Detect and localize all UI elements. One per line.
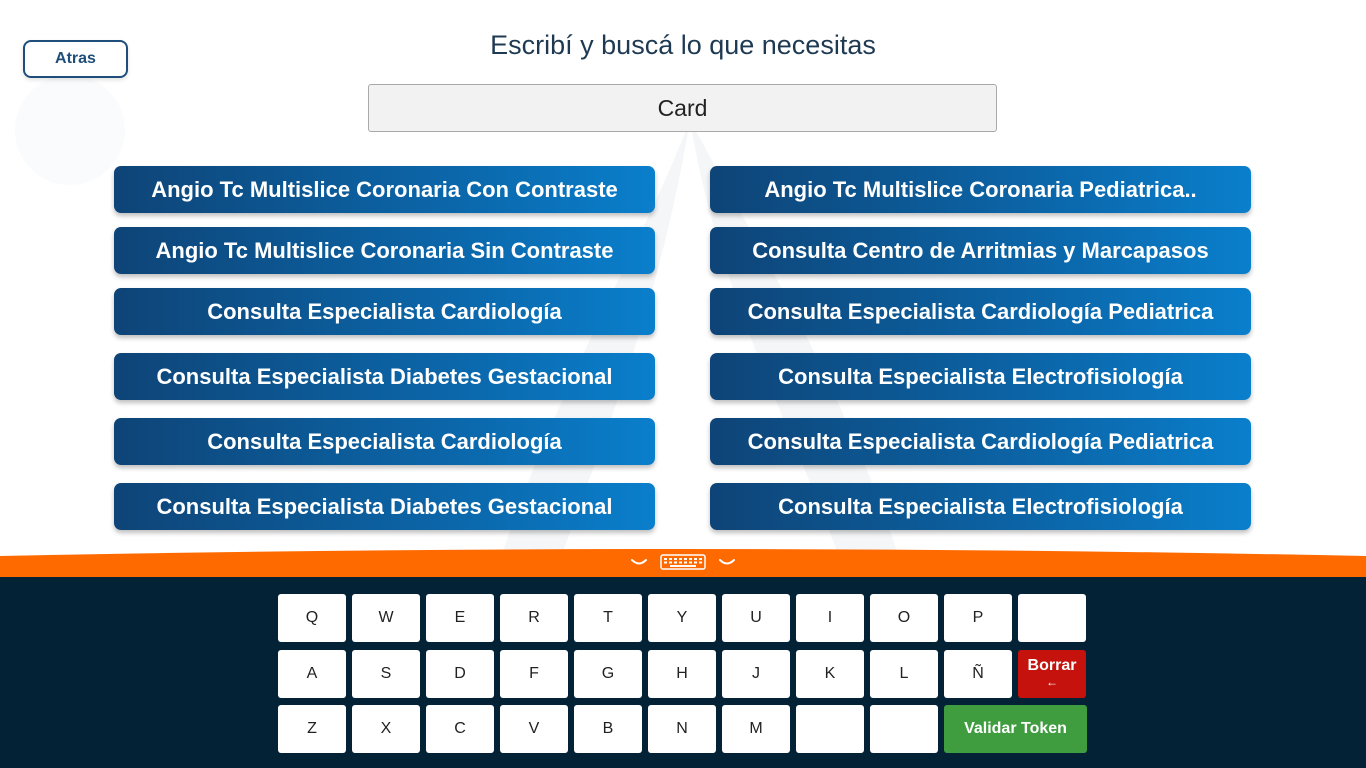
keyboard-icon: [660, 554, 706, 570]
key-k[interactable]: K: [796, 650, 864, 698]
result-button[interactable]: Consulta Especialista Electrofisiología: [710, 353, 1251, 400]
result-button[interactable]: Consulta Especialista Cardiología: [114, 288, 655, 335]
result-button[interactable]: Consulta Especialista Diabetes Gestacion…: [114, 483, 655, 530]
result-button[interactable]: Angio Tc Multislice Coronaria Sin Contra…: [114, 227, 655, 274]
validate-token-button[interactable]: Validar Token: [944, 705, 1087, 753]
delete-button[interactable]: Borrar ←: [1018, 650, 1086, 698]
result-button[interactable]: Angio Tc Multislice Coronaria Pediatrica…: [710, 166, 1251, 213]
key-x[interactable]: X: [352, 705, 420, 753]
key-z[interactable]: Z: [278, 705, 346, 753]
delete-label: Borrar: [1027, 657, 1077, 674]
key-blank[interactable]: [1018, 594, 1086, 642]
key-w[interactable]: W: [352, 594, 420, 642]
key-c[interactable]: C: [426, 705, 494, 753]
key-enye[interactable]: Ñ: [944, 650, 1012, 698]
key-i[interactable]: I: [796, 594, 864, 642]
key-e[interactable]: E: [426, 594, 494, 642]
key-j[interactable]: J: [722, 650, 790, 698]
key-l[interactable]: L: [870, 650, 938, 698]
key-s[interactable]: S: [352, 650, 420, 698]
chevron-down-icon: [719, 559, 735, 565]
key-q[interactable]: Q: [278, 594, 346, 642]
result-button[interactable]: Angio Tc Multislice Coronaria Con Contra…: [114, 166, 655, 213]
result-button[interactable]: Consulta Especialista Electrofisiología: [710, 483, 1251, 530]
key-v[interactable]: V: [500, 705, 568, 753]
key-blank[interactable]: [796, 705, 864, 753]
chevron-down-icon: [631, 559, 647, 565]
result-button[interactable]: Consulta Especialista Cardiología Pediat…: [710, 288, 1251, 335]
key-h[interactable]: H: [648, 650, 716, 698]
search-input[interactable]: [368, 84, 997, 132]
key-g[interactable]: G: [574, 650, 642, 698]
result-button[interactable]: Consulta Centro de Arritmias y Marcapaso…: [710, 227, 1251, 274]
keyboard-toggle[interactable]: [630, 553, 736, 571]
result-button[interactable]: Consulta Especialista Cardiología Pediat…: [710, 418, 1251, 465]
page-title: Escribí y buscá lo que necesitas: [490, 30, 876, 60]
backspace-arrow-icon: ←: [1046, 675, 1058, 689]
key-d[interactable]: D: [426, 650, 494, 698]
result-button[interactable]: Consulta Especialista Cardiología: [114, 418, 655, 465]
on-screen-keyboard: Q W E R T Y U I O P A S D F G H J K L Ñ …: [0, 577, 1366, 768]
result-button[interactable]: Consulta Especialista Diabetes Gestacion…: [114, 353, 655, 400]
key-m[interactable]: M: [722, 705, 790, 753]
key-y[interactable]: Y: [648, 594, 716, 642]
key-o[interactable]: O: [870, 594, 938, 642]
key-f[interactable]: F: [500, 650, 568, 698]
key-t[interactable]: T: [574, 594, 642, 642]
key-r[interactable]: R: [500, 594, 568, 642]
key-u[interactable]: U: [722, 594, 790, 642]
key-blank[interactable]: [870, 705, 938, 753]
key-b[interactable]: B: [574, 705, 642, 753]
key-p[interactable]: P: [944, 594, 1012, 642]
key-a[interactable]: A: [278, 650, 346, 698]
key-n[interactable]: N: [648, 705, 716, 753]
